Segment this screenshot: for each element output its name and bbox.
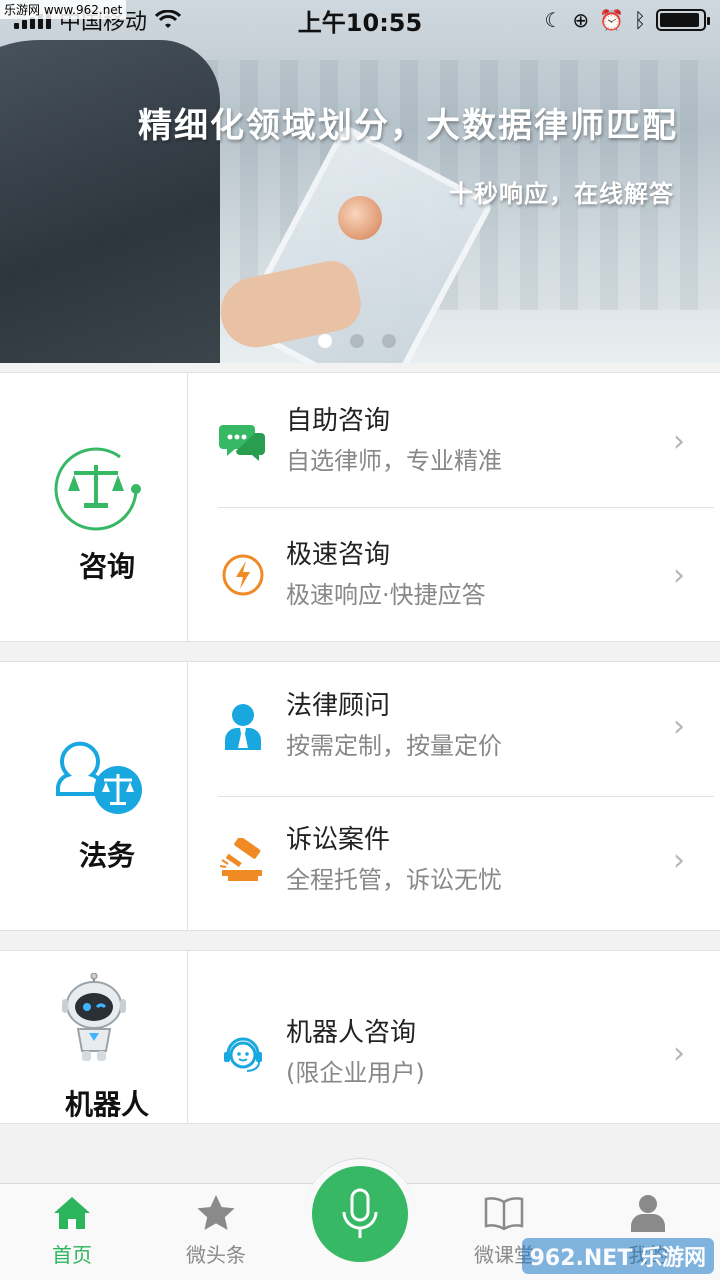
banner-title: 精细化领域划分，大数据律师匹配 [138, 106, 678, 146]
item-title: 诉讼案件 [286, 825, 391, 855]
banner-globe [338, 196, 382, 240]
alarm-icon: ⏰ [599, 8, 624, 32]
item-subtitle: 全程托管，诉讼无忧 [286, 866, 502, 894]
item-title: 法律顾问 [286, 691, 391, 721]
carousel-dot[interactable] [350, 334, 364, 348]
tab-news[interactable]: 微头条 [156, 1193, 276, 1268]
person-icon [630, 1193, 666, 1233]
carousel-dot[interactable] [318, 334, 332, 348]
item-subtitle: (限企业用户) [286, 1059, 425, 1087]
chevron-right-icon: › [673, 1035, 685, 1071]
headset-icon [218, 1028, 268, 1078]
fast-consult-item[interactable]: 极速咨询 极速响应·快捷应答 › [218, 531, 714, 619]
legal-section: 法务 法律顾问 按需定制，按量定价 › 诉讼案件 全程托管，诉讼无忧 › [0, 661, 720, 931]
section-label: 法务 [78, 839, 135, 872]
item-subtitle: 自选律师，专业精准 [286, 447, 502, 475]
item-title: 自助咨询 [286, 406, 391, 436]
carousel-indicator[interactable] [318, 334, 396, 348]
tab-label: 首页 [52, 1243, 92, 1267]
watermark-bottom: 962.NET 乐游网 [521, 1238, 714, 1274]
row-divider [218, 507, 714, 508]
item-title: 机器人咨询 [286, 1018, 417, 1048]
watermark-top: 乐游网 www.962.net [0, 0, 127, 19]
battery-icon [656, 9, 710, 31]
carousel-dot[interactable] [382, 334, 396, 348]
item-title: 极速咨询 [286, 540, 391, 570]
item-subtitle: 按需定制，按量定价 [286, 732, 502, 760]
tab-home[interactable]: 首页 [12, 1193, 132, 1268]
status-right: ☾ ⊕ ⏰ ᛒ [544, 8, 710, 32]
lawyer-scales-icon [56, 741, 142, 814]
consult-category: 咨询 [0, 373, 188, 641]
section-label: 机器人 [64, 1088, 149, 1121]
home-icon [52, 1193, 92, 1233]
chevron-right-icon: › [673, 842, 685, 878]
status-time: 上午10:55 [297, 8, 423, 37]
lightning-icon [218, 550, 268, 600]
litigation-item[interactable]: 诉讼案件 全程托管，诉讼无忧 › [218, 816, 714, 904]
banner-carousel[interactable]: 精细化领域划分，大数据律师匹配 十秒响应，在线解答 [0, 0, 720, 363]
robot-consult-item[interactable]: 机器人咨询 (限企业用户) › [218, 1009, 714, 1097]
bluetooth-icon: ᛒ [634, 8, 646, 32]
self-consult-item[interactable]: 自助咨询 自选律师，专业精准 › [218, 397, 714, 485]
consultant-icon [218, 701, 268, 751]
robot-category: 机器人 [0, 951, 188, 1123]
row-divider [218, 796, 714, 797]
chevron-right-icon: › [673, 423, 685, 459]
gavel-icon [218, 835, 268, 885]
legal-category: 法务 [0, 662, 188, 930]
moon-icon: ☾ [544, 8, 563, 32]
robot-section: 机器人 机器人咨询 (限企业用户) › [0, 950, 720, 1124]
chevron-right-icon: › [673, 708, 685, 744]
chat-icon [218, 416, 268, 466]
legal-advisor-item[interactable]: 法律顾问 按需定制，按量定价 › [218, 682, 714, 770]
chevron-right-icon: › [673, 557, 685, 593]
banner-subtitle: 十秒响应，在线解答 [449, 179, 674, 208]
scales-circle-icon [54, 447, 141, 531]
banner-person [0, 40, 220, 363]
section-label: 咨询 [78, 550, 135, 583]
wifi-icon [155, 10, 182, 28]
book-icon [484, 1193, 524, 1233]
voice-input-button[interactable] [312, 1166, 408, 1262]
robot-mascot-icon [62, 973, 126, 1061]
consult-section: 咨询 自助咨询 自选律师，专业精准 › 极速咨询 极速响应·快捷应答 › [0, 372, 720, 642]
rotation-lock-icon: ⊕ [572, 8, 590, 32]
tab-label: 微头条 [186, 1243, 246, 1267]
star-icon [196, 1193, 236, 1233]
microphone-icon [342, 1188, 378, 1238]
item-subtitle: 极速响应·快捷应答 [286, 581, 486, 609]
